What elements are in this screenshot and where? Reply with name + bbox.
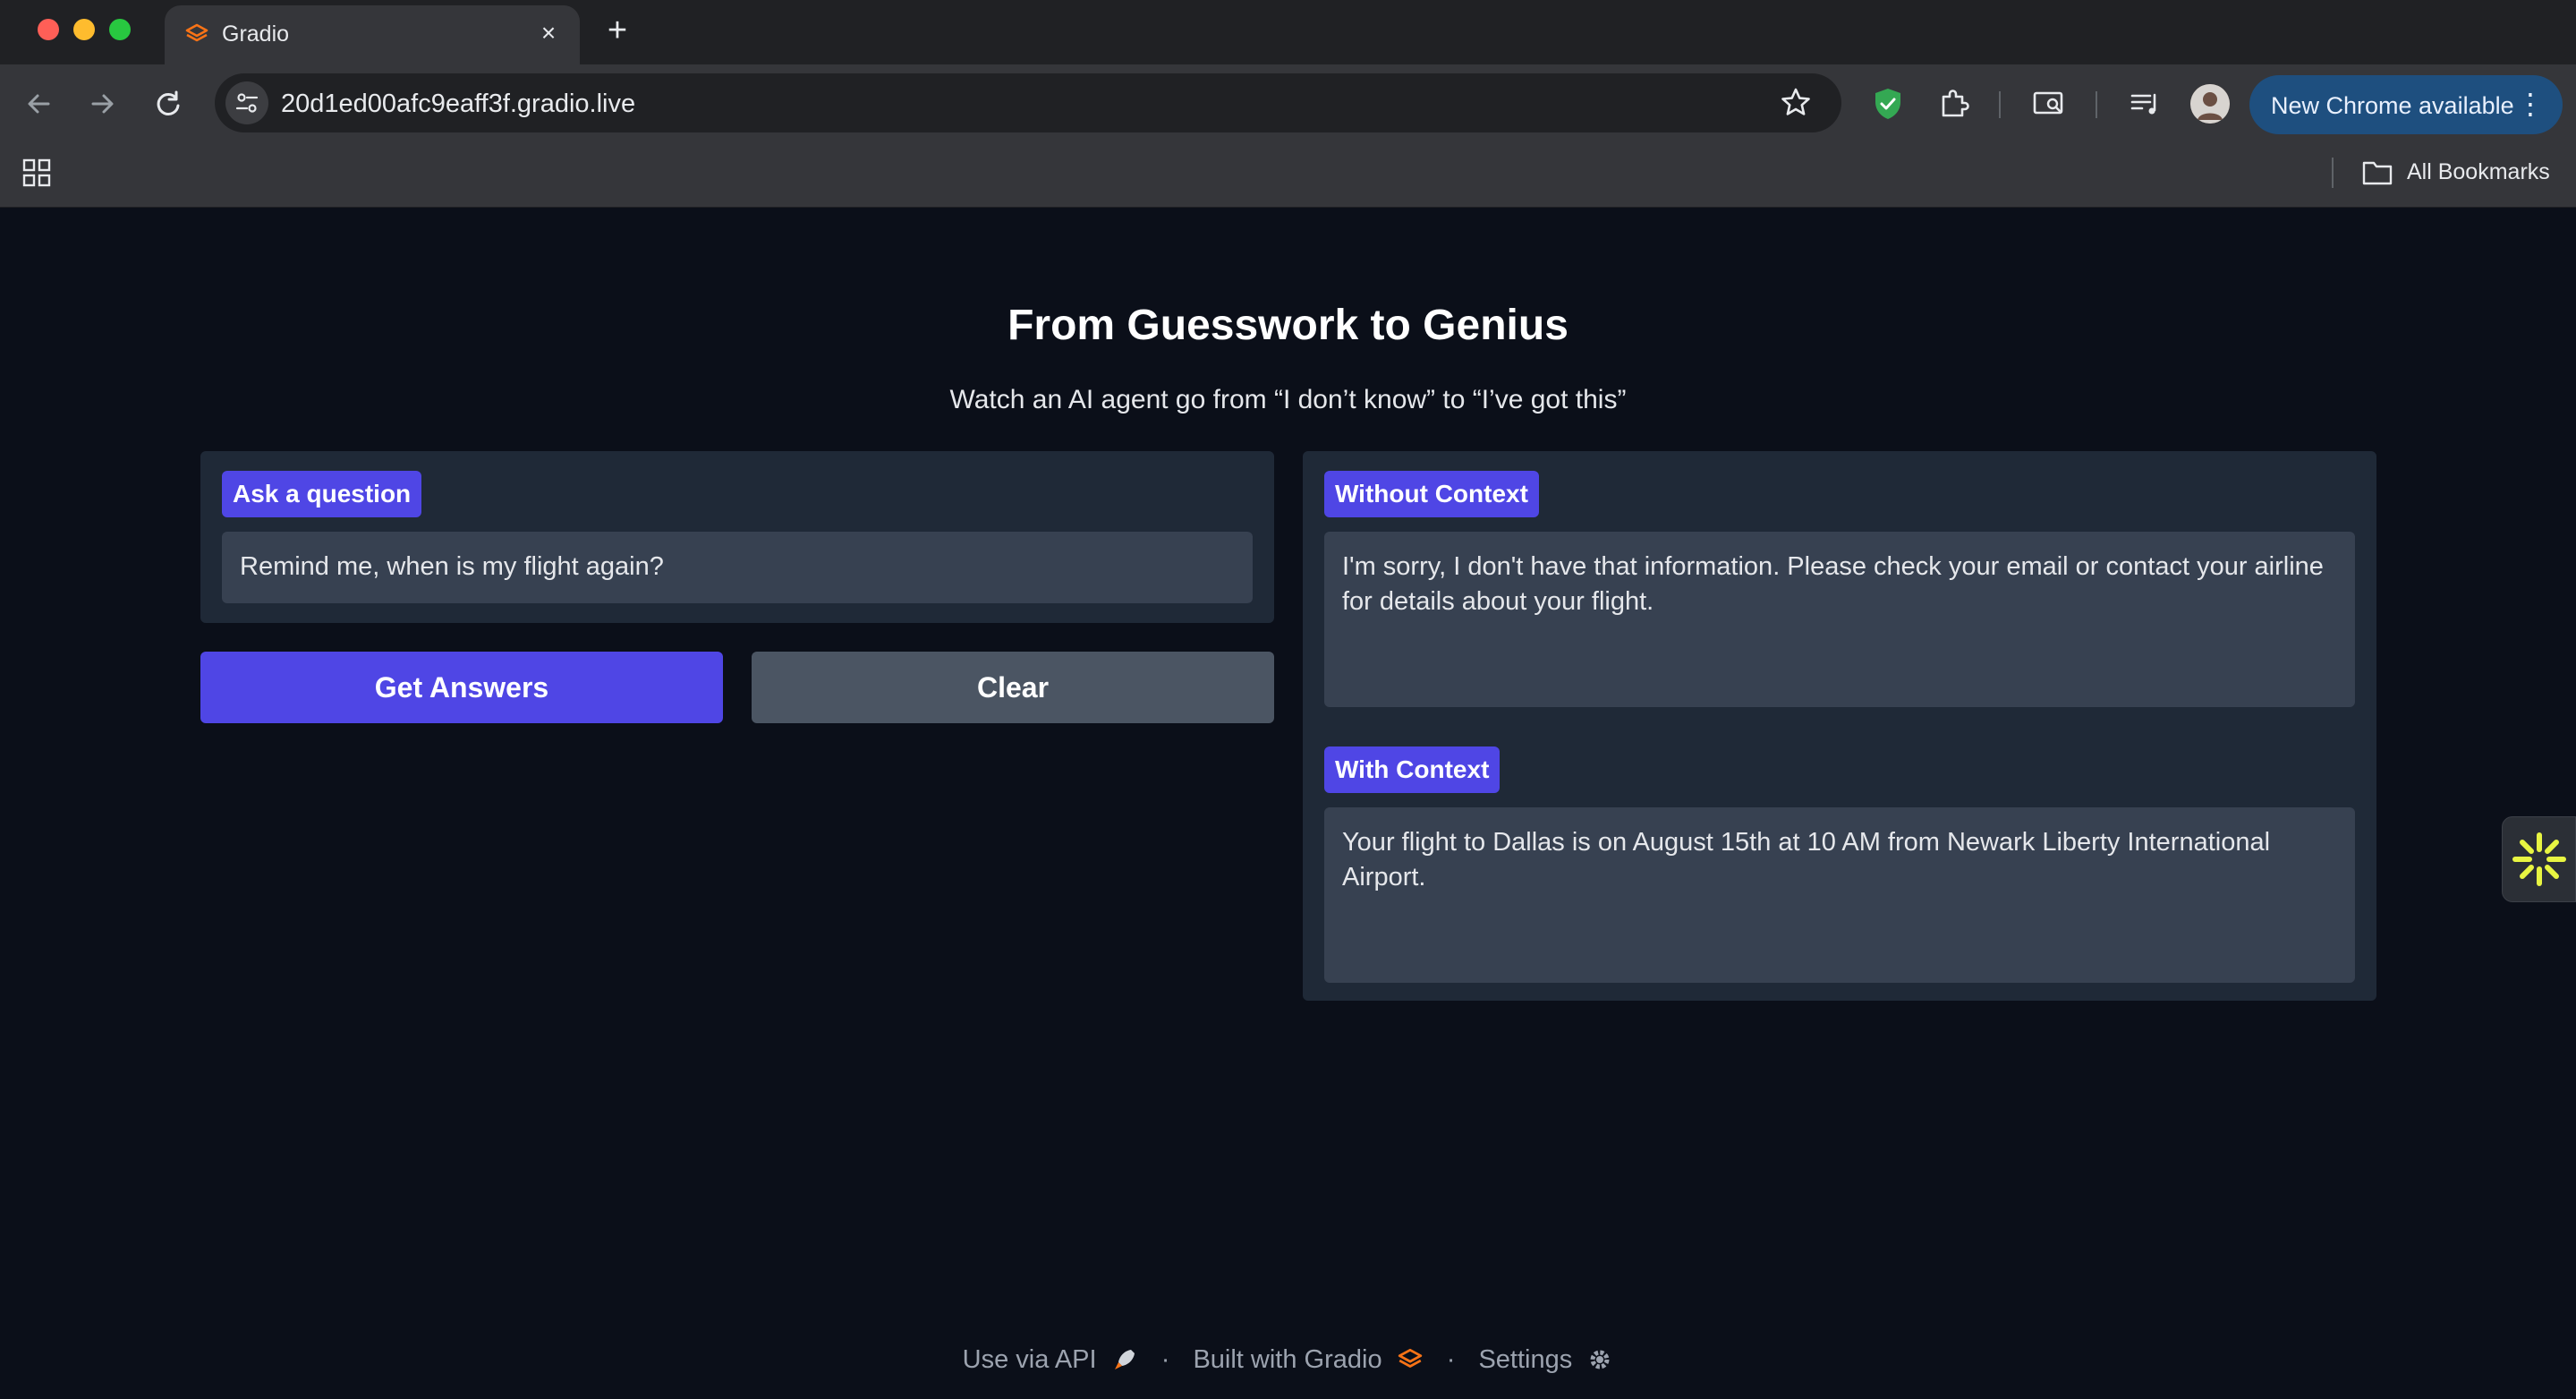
page-title: From Guesswork to Genius xyxy=(1007,302,1569,349)
with-context-label: With Context xyxy=(1324,746,1501,793)
new-tab-icon[interactable]: + xyxy=(599,13,635,48)
footer-separator: · xyxy=(1160,1344,1170,1374)
address-bar[interactable]: 20d1ed00afc9eaff3f.gradio.live xyxy=(215,73,1841,132)
rocket-icon xyxy=(1114,1350,1135,1370)
built-with-gradio-link[interactable]: Built with Gradio xyxy=(1193,1345,1382,1375)
toolbar-separator xyxy=(2096,91,2097,118)
all-bookmarks-link[interactable]: All Bookmarks xyxy=(2407,159,2550,185)
new-chrome-available-button[interactable]: New Chrome available ⋮ xyxy=(2249,75,2563,134)
forward-icon[interactable] xyxy=(82,84,122,124)
browser-toolbar: 20d1ed00afc9eaff3f.gradio.live New Chrom… xyxy=(0,64,2576,141)
back-icon[interactable] xyxy=(20,84,59,124)
question-input[interactable]: Remind me, when is my flight again? xyxy=(222,532,1253,603)
question-panel: Ask a question Remind me, when is my fli… xyxy=(200,451,1274,623)
gradio-app: From Guesswork to Genius Watch an AI age… xyxy=(0,208,2576,1399)
without-context-output[interactable]: I'm sorry, I don't have that information… xyxy=(1324,532,2355,707)
floating-assistant-widget[interactable] xyxy=(2502,816,2576,902)
answers-panel: Without Context I'm sorry, I don't have … xyxy=(1303,451,2376,1001)
extensions-puzzle-icon[interactable] xyxy=(1936,86,1972,122)
profile-avatar[interactable] xyxy=(2190,84,2230,124)
maximize-window-button[interactable] xyxy=(109,19,131,40)
tab-title: Gradio xyxy=(222,21,290,47)
site-info-icon[interactable] xyxy=(225,81,268,124)
use-via-api-link[interactable]: Use via API xyxy=(963,1345,1097,1375)
footer: Use via API · Built with Gradio · Settin… xyxy=(0,1344,2576,1375)
close-window-button[interactable] xyxy=(38,19,59,40)
url-text[interactable]: 20d1ed00afc9eaff3f.gradio.live xyxy=(281,90,635,119)
footer-separator: · xyxy=(1446,1344,1456,1374)
sparkle-icon xyxy=(2512,832,2566,886)
without-context-label: Without Context xyxy=(1324,471,1539,517)
with-context-output[interactable]: Your flight to Dallas is on August 15th … xyxy=(1324,807,2355,983)
update-label: New Chrome available xyxy=(2271,92,2514,119)
media-queue-icon[interactable] xyxy=(2128,86,2164,122)
shield-extension-icon[interactable] xyxy=(1870,86,1906,122)
gradio-logo-icon xyxy=(1398,1349,1422,1369)
close-tab-icon[interactable]: × xyxy=(533,18,564,48)
bookmark-star-icon[interactable] xyxy=(1779,86,1813,120)
browser-tab-strip: Gradio × + xyxy=(0,0,2576,64)
reload-icon[interactable] xyxy=(149,84,188,124)
apps-grid-icon[interactable] xyxy=(21,158,52,188)
more-menu-icon[interactable]: ⋮ xyxy=(2516,88,2545,120)
bookmarks-bar: All Bookmarks xyxy=(0,141,2576,208)
settings-link[interactable]: Settings xyxy=(1478,1345,1572,1375)
browser-tab[interactable]: Gradio × xyxy=(165,5,580,64)
get-answers-button[interactable]: Get Answers xyxy=(200,652,723,723)
cast-search-icon[interactable] xyxy=(2031,86,2067,122)
gear-icon xyxy=(1590,1350,1610,1369)
clear-button[interactable]: Clear xyxy=(752,652,1274,723)
bookmarks-separator xyxy=(2332,158,2334,188)
page-subtitle: Watch an AI agent go from “I don’t know”… xyxy=(949,385,1627,414)
toolbar-separator xyxy=(1999,91,2001,118)
minimize-window-button[interactable] xyxy=(73,19,95,40)
folder-icon[interactable] xyxy=(2362,159,2393,186)
gradio-logo-icon xyxy=(185,23,208,42)
question-label: Ask a question xyxy=(222,471,422,517)
